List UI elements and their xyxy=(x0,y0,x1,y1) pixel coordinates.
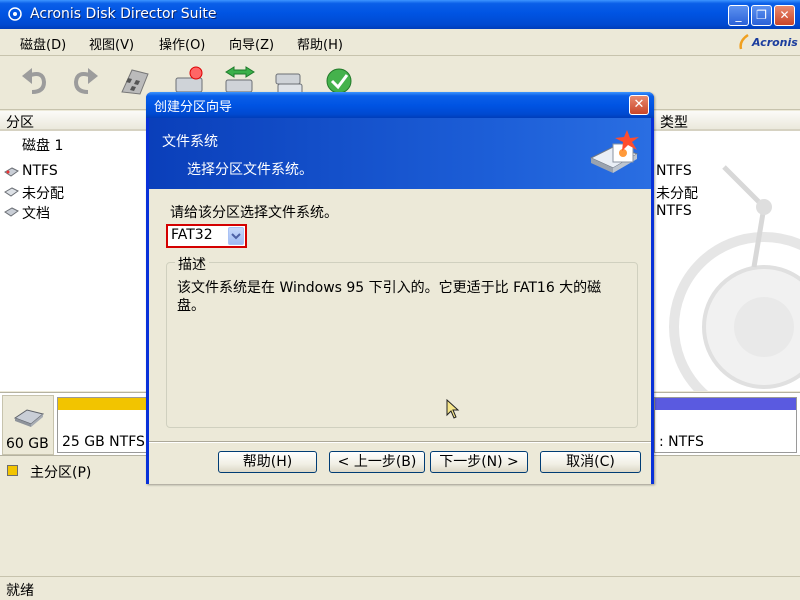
wizard-step-title: 文件系统 xyxy=(162,134,218,150)
disk-size: 60 GB xyxy=(6,436,49,452)
acronis-logo-icon xyxy=(739,33,749,50)
menu-view[interactable]: 视图(V) xyxy=(89,34,134,53)
next-button[interactable]: 下一步(N) > xyxy=(430,451,528,473)
back-button[interactable]: < 上一步(B) xyxy=(329,451,425,473)
mouse-pointer-icon xyxy=(446,399,460,419)
help-button[interactable]: 帮助(H) xyxy=(218,451,317,473)
minimize-button[interactable]: _ xyxy=(728,5,749,26)
maximize-button[interactable]: ❐ xyxy=(751,5,772,26)
window-title: Acronis Disk Director Suite xyxy=(30,6,217,22)
status-bar: 就绪 xyxy=(0,576,800,600)
dialog-close-button[interactable]: ✕ xyxy=(629,95,649,115)
cancel-button[interactable]: 取消(C) xyxy=(540,451,641,473)
close-button[interactable]: ✕ xyxy=(774,5,795,26)
partition-block[interactable]: : NTFS xyxy=(654,397,797,453)
chevron-down-icon xyxy=(231,233,241,240)
app-icon xyxy=(8,7,22,21)
partition-icon xyxy=(4,167,19,177)
button-separator xyxy=(149,441,651,443)
partition-tree-panel: 分区 磁盘 1 NTFS 未分配 文档 xyxy=(0,111,150,391)
main-titlebar[interactable]: Acronis Disk Director Suite _ ❐ ✕ xyxy=(0,0,800,29)
unallocated-icon xyxy=(4,187,19,197)
primary-partition-swatch xyxy=(7,465,18,476)
wizard-header: 文件系统 选择分区文件系统。 xyxy=(149,118,651,189)
partition-label: 文档 xyxy=(22,206,50,222)
partition-label: 25 GB NTFS xyxy=(62,434,145,450)
status-text: 就绪 xyxy=(6,583,34,599)
legend-label: 主分区(P) xyxy=(30,465,92,481)
redo-icon[interactable] xyxy=(68,64,102,98)
column-header-partition[interactable]: 分区 xyxy=(0,111,150,131)
column-header-type[interactable]: 类型 xyxy=(654,111,772,131)
menubar: 磁盘(D) 视图(V) 操作(O) 向导(Z) 帮助(H) Acronis xyxy=(0,29,800,56)
menu-operations[interactable]: 操作(O) xyxy=(159,34,205,53)
logo-text: Acronis xyxy=(752,36,798,49)
menu-help[interactable]: 帮助(H) xyxy=(297,34,343,53)
dropdown-button[interactable] xyxy=(228,227,244,245)
background-watermark-graphic xyxy=(669,165,800,391)
description-group-title: 描述 xyxy=(175,254,209,274)
partition-icon xyxy=(4,207,19,217)
create-partition-icon xyxy=(589,130,639,173)
partition-label: 未分配 xyxy=(22,186,64,202)
hard-disk-icon xyxy=(13,409,45,427)
create-partition-wizard: 创建分区向导 ✕ 文件系统 选择分区文件系统。 请给该分区选择文件系统。 FAT… xyxy=(146,92,654,484)
partition-list-panel: 类型 NTFS 未分配 NTFS xyxy=(654,111,800,391)
disk-cell[interactable]: 60 GB xyxy=(2,395,54,455)
wizard-body: 请给该分区选择文件系统。 FAT32 描述 该文件系统是在 Windows 95… xyxy=(149,189,651,484)
acronis-logo: Acronis xyxy=(738,33,798,53)
description-text: 该文件系统是在 Windows 95 下引入的。它更适于比 FAT16 大的磁盘… xyxy=(177,280,602,314)
filesystem-prompt: 请给该分区选择文件系统。 xyxy=(170,205,338,221)
partition-label: NTFS xyxy=(22,163,58,179)
partition-block[interactable]: 25 GB NTFS xyxy=(57,397,152,453)
partition-color-bar xyxy=(655,398,796,410)
partition-label: : NTFS xyxy=(659,434,704,450)
wizard-step-subtitle: 选择分区文件系统。 xyxy=(187,162,313,178)
filesystem-select-value: FAT32 xyxy=(171,227,213,243)
menu-disk[interactable]: 磁盘(D) xyxy=(20,34,66,53)
dialog-titlebar[interactable]: 创建分区向导 ✕ xyxy=(146,92,654,118)
column-header-extra[interactable] xyxy=(772,111,800,131)
undo-icon[interactable] xyxy=(18,64,52,98)
dialog-title: 创建分区向导 xyxy=(154,100,233,115)
disk-label: 磁盘 1 xyxy=(22,138,64,154)
partition-color-bar xyxy=(58,398,151,410)
menu-wizards[interactable]: 向导(Z) xyxy=(229,34,274,53)
filesystem-select-highlight: FAT32 xyxy=(166,224,247,248)
description-group: 描述 该文件系统是在 Windows 95 下引入的。它更适于比 FAT16 大… xyxy=(166,254,638,428)
filesystem-select[interactable]: FAT32 xyxy=(169,227,244,245)
